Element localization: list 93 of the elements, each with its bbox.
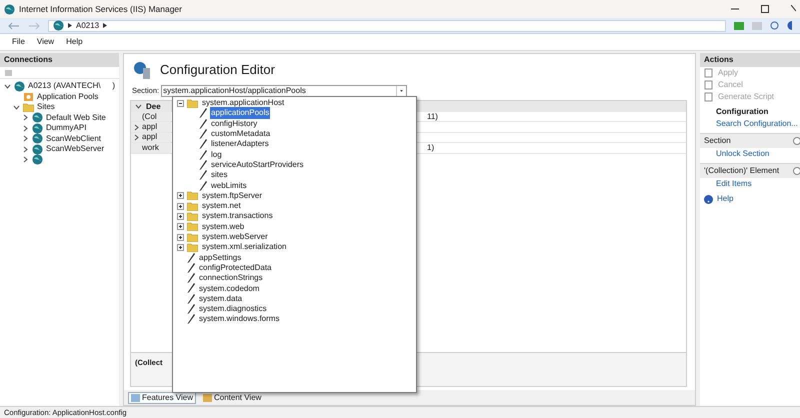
menu-item[interactable]: View xyxy=(36,36,54,48)
folder-icon xyxy=(187,212,198,221)
chevron-right-icon[interactable] xyxy=(22,114,29,122)
page-title: Configuration Editor xyxy=(160,61,275,80)
panel-header: Connections xyxy=(0,53,119,67)
breadcrumb-arrow-icon xyxy=(68,23,72,28)
folder-icon xyxy=(187,232,198,242)
tree-item[interactable]: Sites xyxy=(37,101,55,114)
chevron-right-icon[interactable] xyxy=(22,156,29,164)
folder-icon xyxy=(187,222,198,232)
expand-icon[interactable] xyxy=(177,244,184,251)
action-link[interactable]: Search Configuration... xyxy=(700,118,800,130)
menu-item[interactable]: Help xyxy=(66,36,83,48)
folder-icon xyxy=(187,191,198,200)
section-item[interactable]: serviceAutoStartProviders xyxy=(210,158,304,171)
chevron-down-icon[interactable] xyxy=(135,103,142,110)
chevron-right-icon[interactable] xyxy=(22,146,29,153)
section-item[interactable]: system.net xyxy=(201,200,242,212)
table-cell: appl xyxy=(142,131,158,144)
chevron-right-icon[interactable] xyxy=(133,134,140,141)
section-dropdown[interactable]: system.applicationHost/applicationPools xyxy=(161,85,408,97)
tree-item[interactable]: Application Pools xyxy=(37,90,98,103)
tree-item[interactable]: Default Web Site xyxy=(46,112,106,124)
globe-icon xyxy=(32,122,43,134)
section-item[interactable]: system.windows.forms xyxy=(198,313,280,326)
table-cell: 11) xyxy=(427,110,438,123)
chevron-right-icon[interactable] xyxy=(22,124,29,132)
action-link[interactable]: Unlock Section xyxy=(700,148,800,160)
chevron-right-icon[interactable] xyxy=(22,135,29,142)
section-item[interactable]: applicationPools xyxy=(210,107,270,120)
section-item[interactable]: webLimits xyxy=(210,180,248,192)
breadcrumb-arrow-icon xyxy=(103,23,108,28)
maximize-icon[interactable] xyxy=(761,5,769,13)
section-item[interactable]: system.transactions xyxy=(201,210,274,222)
section-item[interactable]: system.codedom xyxy=(198,282,260,294)
section-item[interactable]: system.diagnostics xyxy=(198,303,268,316)
tree-item[interactable]: ScanWebServer xyxy=(46,143,104,156)
breadcrumb[interactable]: A0213 xyxy=(76,20,100,32)
section-header[interactable]: Section xyxy=(700,133,800,148)
folder-icon xyxy=(23,102,34,112)
configuration-editor-icon xyxy=(132,60,152,80)
action-link[interactable]: Edit Items xyxy=(700,178,800,190)
view-icon xyxy=(131,394,140,402)
table-cell: work xyxy=(142,142,159,154)
section-item[interactable]: system.data xyxy=(198,292,244,305)
expand-icon[interactable] xyxy=(177,192,184,200)
section-item[interactable]: configHistory xyxy=(210,118,258,130)
section-header[interactable]: '(Collection)' Element xyxy=(700,163,800,178)
table-cell: 1) xyxy=(427,142,434,154)
window-title: Internet Information Services (IIS) Manager xyxy=(19,2,182,16)
section-item[interactable]: system.ftpServer xyxy=(201,190,264,202)
section-item[interactable]: system.webServer xyxy=(201,231,269,244)
tree-item-suffix: ) xyxy=(112,80,116,92)
view-tab[interactable]: Content View xyxy=(200,392,264,404)
section-item[interactable]: connectionStrings xyxy=(198,272,264,284)
column-header: Dee xyxy=(146,100,161,112)
section-item[interactable]: system.xml.serialization xyxy=(201,241,288,254)
menu-item[interactable]: File xyxy=(12,36,25,48)
server-icon xyxy=(53,20,64,31)
folder-icon xyxy=(187,202,198,211)
expand-icon[interactable] xyxy=(177,202,184,210)
action-group-title: Configuration xyxy=(715,106,770,118)
chevron-down-icon[interactable] xyxy=(4,82,11,90)
server-icon xyxy=(14,80,25,92)
chevron-right-icon[interactable] xyxy=(133,124,140,131)
section-item[interactable]: system.web xyxy=(201,220,246,233)
panel-header: Actions xyxy=(700,53,800,67)
expand-icon[interactable] xyxy=(177,223,184,230)
folder-icon xyxy=(187,242,198,252)
section-item[interactable]: listenerAdapters xyxy=(210,138,270,150)
table-cell-text: appl xyxy=(142,121,158,133)
globe-icon xyxy=(32,112,43,124)
section-item[interactable]: appSettings xyxy=(198,252,242,264)
globe-icon xyxy=(32,144,43,155)
section-item[interactable]: configProtectedData xyxy=(198,262,272,274)
tree-item[interactable]: A0213 (AVANTECH\ xyxy=(28,80,101,92)
expand-icon[interactable] xyxy=(177,212,184,220)
globe-icon xyxy=(32,154,43,166)
help-link[interactable]: Help xyxy=(717,193,734,205)
globe-icon xyxy=(32,133,43,144)
chevron-down-icon[interactable] xyxy=(13,104,20,111)
tree-item[interactable]: ScanWebClient xyxy=(46,132,101,145)
app-pool-icon xyxy=(23,91,34,102)
view-icon xyxy=(203,394,212,402)
section-item[interactable]: system.applicationHost xyxy=(201,97,286,110)
expand-icon[interactable] xyxy=(177,234,184,240)
app-icon xyxy=(4,4,15,14)
section-item[interactable]: log xyxy=(210,148,223,161)
section-item[interactable]: sites xyxy=(210,169,228,182)
section-item[interactable]: customMetadata xyxy=(210,128,272,140)
view-tab[interactable]: Features View xyxy=(128,392,196,404)
tree-item[interactable]: DummyAPI xyxy=(46,122,86,134)
table-cell: (Col xyxy=(142,110,157,123)
